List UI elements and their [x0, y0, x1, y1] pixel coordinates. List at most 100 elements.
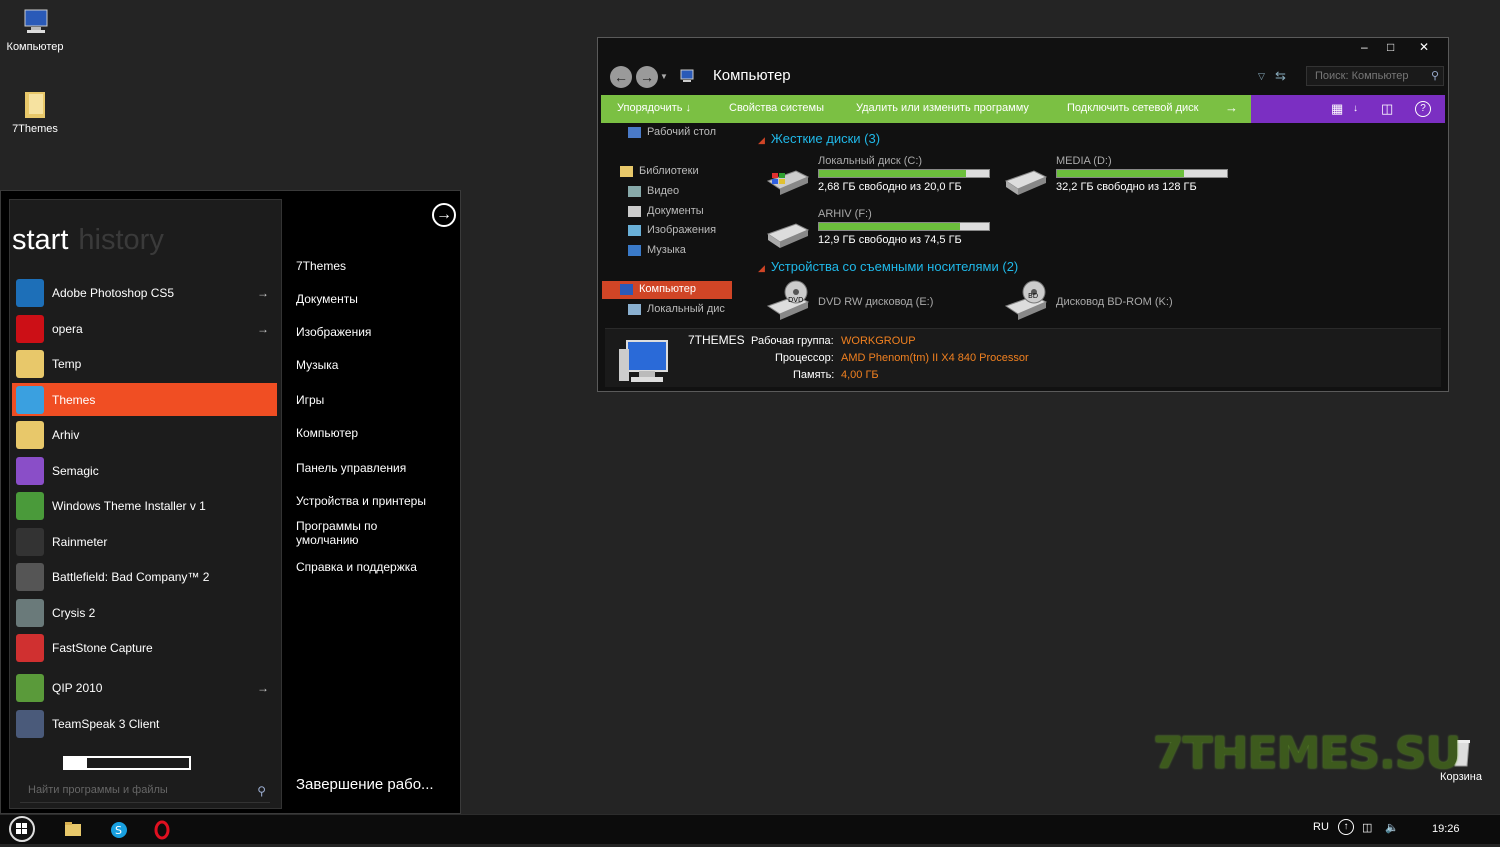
program-item[interactable]: Semagic: [12, 454, 277, 487]
program-item[interactable]: FastStone Capture: [12, 631, 277, 664]
user-arrow-icon[interactable]: →: [432, 203, 456, 227]
program-item[interactable]: Crysis 2: [12, 596, 277, 629]
program-label: Crysis 2: [52, 605, 96, 620]
programs-panel: start history Adobe Photoshop CS5 → opera → T…: [9, 199, 282, 809]
submenu-arrow-icon[interactable]: →: [257, 286, 269, 300]
memory-label: Память:: [793, 369, 835, 381]
refresh-icon[interactable]: ⇆: [1275, 68, 1286, 84]
help-icon[interactable]: ?: [1415, 101, 1431, 117]
group-removable[interactable]: ◢ Устройства со съемными носителями (2): [758, 259, 1018, 274]
video-icon: [628, 185, 641, 197]
network-icon[interactable]: ◫: [1362, 821, 1372, 834]
clock[interactable]: 19:26: [1432, 823, 1460, 835]
desktop-icon-7themes[interactable]: 7Themes: [0, 88, 70, 135]
place-item[interactable]: Игры: [296, 393, 436, 407]
program-label: QIP 2010: [52, 680, 103, 695]
program-label: FastStone Capture: [52, 640, 153, 655]
system-properties-button[interactable]: Свойства системы: [729, 102, 824, 114]
nav-item-libraries[interactable]: Библиотеки: [620, 165, 699, 177]
workgroup-label: Рабочая группа:: [751, 335, 834, 347]
nav-item-documents[interactable]: Документы: [628, 205, 704, 217]
program-item[interactable]: Temp: [12, 347, 277, 380]
more-arrow-icon[interactable]: →: [1225, 100, 1238, 115]
place-item[interactable]: Компьютер: [296, 426, 436, 440]
program-item[interactable]: Adobe Photoshop CS5 →: [12, 276, 277, 309]
forward-button[interactable]: →: [636, 66, 658, 88]
submenu-arrow-icon[interactable]: →: [257, 322, 269, 336]
address-dropdown-icon[interactable]: ▽: [1258, 71, 1265, 82]
opera-icon: [16, 314, 44, 343]
nav-item-desktop[interactable]: Рабочий стол: [628, 126, 716, 138]
volume-icon[interactable]: 🔈: [1385, 821, 1399, 834]
upload-icon[interactable]: ↑: [1338, 819, 1354, 835]
window-title: Компьютер: [713, 67, 791, 84]
program-item[interactable]: QIP 2010 →: [12, 671, 277, 704]
change-view-icon[interactable]: ▦: [1331, 101, 1343, 117]
windows-installer-icon: [16, 491, 44, 520]
program-item[interactable]: Themes: [12, 383, 277, 416]
place-item[interactable]: 7Themes: [296, 259, 436, 273]
drive-name: MEDIA (D:): [1056, 155, 1112, 167]
map-network-drive-button[interactable]: Подключить сетевой диск: [1067, 102, 1198, 114]
place-item[interactable]: Документы: [296, 292, 436, 306]
place-item[interactable]: Изображения: [296, 325, 436, 339]
program-item[interactable]: opera →: [12, 312, 277, 345]
start-button[interactable]: [8, 816, 36, 842]
search-input[interactable]: Поиск: Компьютер ⚲: [1306, 66, 1444, 86]
uninstall-program-button[interactable]: Удалить или изменить программу: [856, 102, 1029, 114]
drive-e[interactable]: DVD DVD RW дисковод (E:): [766, 280, 996, 324]
memory-value: 4,00 ГБ: [841, 369, 879, 381]
drive-usage-bar: [818, 169, 990, 178]
libraries-icon: [620, 165, 633, 177]
explorer-window: – □ ✕ ← → ▼ Компьютер ▽ ⇆ Поиск: Компьют…: [597, 37, 1449, 392]
drive-k[interactable]: BD Дисковод BD-ROM (K:): [1004, 280, 1234, 324]
shutdown-button[interactable]: Завершение рабо...: [296, 776, 434, 793]
organize-button[interactable]: Упорядочить ↓: [617, 102, 691, 114]
nav-item-pictures[interactable]: Изображения: [628, 224, 716, 236]
search-input[interactable]: Найти программы и файлы ⚲: [20, 784, 270, 803]
minimize-button[interactable]: –: [1361, 40, 1368, 54]
tab-start[interactable]: start: [12, 224, 68, 256]
group-hard-drives[interactable]: ◢ Жесткие диски (3): [758, 131, 880, 146]
folder-icon: [65, 822, 81, 836]
back-button[interactable]: ←: [610, 66, 632, 88]
drive-usage-fill: [819, 170, 967, 177]
drive-c[interactable]: Локальный диск (C:) 2,68 ГБ свободно из …: [766, 155, 996, 199]
teamspeak-icon: [16, 709, 44, 738]
program-item[interactable]: Rainmeter: [12, 525, 277, 558]
computer-icon: [19, 6, 51, 38]
program-item[interactable]: TeamSpeak 3 Client: [12, 707, 277, 740]
drive-usage-fill: [1057, 170, 1185, 177]
close-button[interactable]: ✕: [1419, 40, 1429, 54]
view-dropdown-icon[interactable]: ↓: [1353, 103, 1358, 114]
place-item[interactable]: Устройства и принтеры: [296, 494, 436, 508]
language-indicator[interactable]: RU: [1313, 821, 1329, 833]
maximize-button[interactable]: □: [1387, 40, 1394, 54]
history-dropdown-icon[interactable]: ▼: [660, 72, 668, 81]
submenu-arrow-icon[interactable]: →: [257, 681, 269, 695]
place-item[interactable]: Музыка: [296, 358, 436, 372]
drive-d[interactable]: MEDIA (D:) 32,2 ГБ свободно из 128 ГБ: [1004, 155, 1234, 199]
nav-item-computer[interactable]: Компьютер: [620, 283, 696, 295]
desktop-icon: [628, 126, 641, 138]
taskbar-opera-button[interactable]: [144, 818, 180, 842]
place-item[interactable]: Панель управления: [296, 461, 436, 475]
taskbar-explorer-button[interactable]: [55, 818, 91, 842]
semagic-icon: [16, 456, 44, 485]
nav-item-music[interactable]: Музыка: [628, 244, 686, 256]
place-item[interactable]: Справка и поддержка: [296, 560, 436, 574]
taskbar-skype-button[interactable]: S: [101, 818, 137, 842]
tab-history[interactable]: history: [78, 224, 163, 256]
music-icon: [628, 244, 641, 256]
drive-f[interactable]: ARHIV (F:) 12,9 ГБ свободно из 74,5 ГБ: [766, 208, 996, 252]
nav-item-local-disk[interactable]: Локальный дис: [628, 303, 725, 315]
program-item[interactable]: Arhiv: [12, 418, 277, 451]
pictures-icon: [628, 224, 641, 236]
program-item[interactable]: Battlefield: Bad Company™ 2: [12, 560, 277, 593]
workgroup-value: WORKGROUP: [841, 335, 916, 347]
desktop-icon-computer[interactable]: Компьютер: [0, 6, 70, 53]
preview-pane-icon[interactable]: ◫: [1381, 101, 1393, 117]
nav-item-video[interactable]: Видео: [628, 185, 679, 197]
program-item[interactable]: Windows Theme Installer v 1: [12, 489, 277, 522]
place-item[interactable]: Программы по умолчанию: [296, 519, 436, 547]
